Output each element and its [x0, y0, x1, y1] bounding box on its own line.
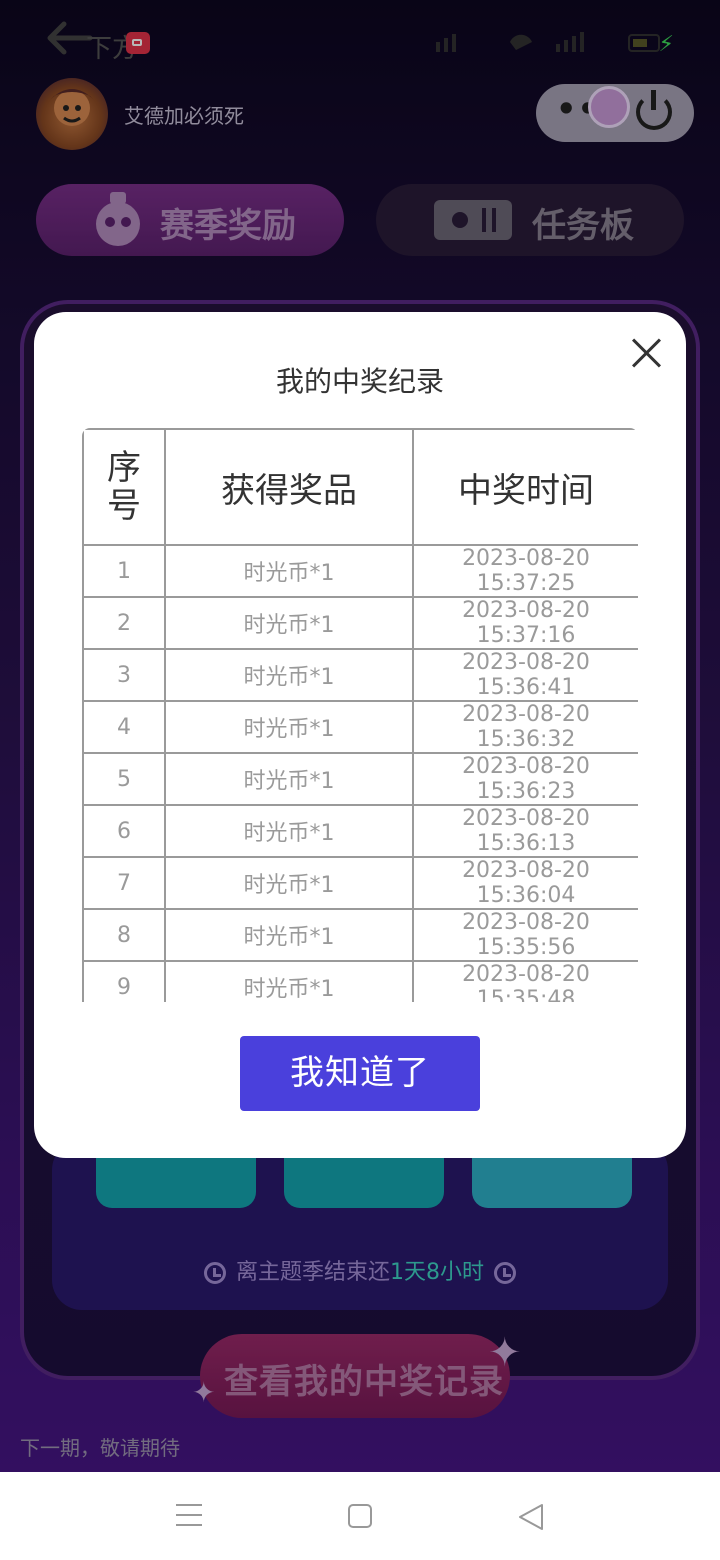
table-row: 4 时光币*1 2023-08-20 15:36:32	[82, 700, 638, 754]
home-square-icon[interactable]	[348, 1504, 372, 1528]
records-modal: 我的中奖纪录 序号 获得奖品 中奖时间 1 时光币*1 2023-08-20 15:…	[34, 312, 686, 1158]
row-time: 2023-08-20 15:35:48	[412, 960, 638, 1002]
row-no: 3	[82, 648, 166, 702]
header-seq: 序号	[82, 428, 166, 546]
row-time: 2023-08-20 15:36:13	[412, 804, 638, 858]
table-row: 9 时光币*1 2023-08-20 15:35:48	[82, 960, 638, 1002]
row-prize: 时光币*1	[164, 596, 414, 650]
row-prize: 时光币*1	[164, 700, 414, 754]
row-no: 8	[82, 908, 166, 962]
row-no: 4	[82, 700, 166, 754]
row-time: 2023-08-20 15:37:25	[412, 544, 638, 598]
close-icon[interactable]	[630, 336, 664, 370]
modal-title: 我的中奖纪录	[275, 365, 444, 398]
records-table-container[interactable]: 序号 获得奖品 中奖时间 1 时光币*1 2023-08-20 15:37:25 2…	[82, 428, 638, 1002]
table-row: 2 时光币*1 2023-08-20 15:37:16	[82, 596, 638, 650]
records-table: 序号 获得奖品 中奖时间 1 时光币*1 2023-08-20 15:37:25 2…	[82, 428, 638, 1002]
row-time: 2023-08-20 15:36:32	[412, 700, 638, 754]
row-no: 2	[82, 596, 166, 650]
header-prize: 获得奖品	[164, 428, 414, 546]
row-time: 2023-08-20 15:36:41	[412, 648, 638, 702]
row-time: 2023-08-20 15:36:23	[412, 752, 638, 806]
row-prize: 时光币*1	[164, 544, 414, 598]
menu-icon[interactable]	[176, 1504, 202, 1526]
row-no: 6	[82, 804, 166, 858]
confirm-button[interactable]: 我知道了	[240, 1036, 480, 1111]
row-time: 2023-08-20 15:35:56	[412, 908, 638, 962]
row-time: 2023-08-20 15:37:16	[412, 596, 638, 650]
table-row: 6 时光币*1 2023-08-20 15:36:13	[82, 804, 638, 858]
row-prize: 时光币*1	[164, 804, 414, 858]
row-prize: 时光币*1	[164, 648, 414, 702]
row-time: 2023-08-20 15:36:04	[412, 856, 638, 910]
back-triangle-icon[interactable]	[516, 1502, 546, 1532]
row-prize: 时光币*1	[164, 856, 414, 910]
header-time: 中奖时间	[412, 428, 638, 546]
row-prize: 时光币*1	[164, 752, 414, 806]
system-nav-bar	[0, 1472, 720, 1560]
table-row: 8 时光币*1 2023-08-20 15:35:56	[82, 908, 638, 962]
row-no: 7	[82, 856, 166, 910]
table-row: 5 时光币*1 2023-08-20 15:36:23	[82, 752, 638, 806]
table-row: 7 时光币*1 2023-08-20 15:36:04	[82, 856, 638, 910]
row-no: 1	[82, 544, 166, 598]
row-no: 5	[82, 752, 166, 806]
table-header-row: 序号 获得奖品 中奖时间	[82, 428, 638, 546]
table-row: 3 时光币*1 2023-08-20 15:36:41	[82, 648, 638, 702]
row-no: 9	[82, 960, 166, 1002]
row-prize: 时光币*1	[164, 908, 414, 962]
row-prize: 时光币*1	[164, 960, 414, 1002]
table-row: 1 时光币*1 2023-08-20 15:37:25	[82, 544, 638, 598]
